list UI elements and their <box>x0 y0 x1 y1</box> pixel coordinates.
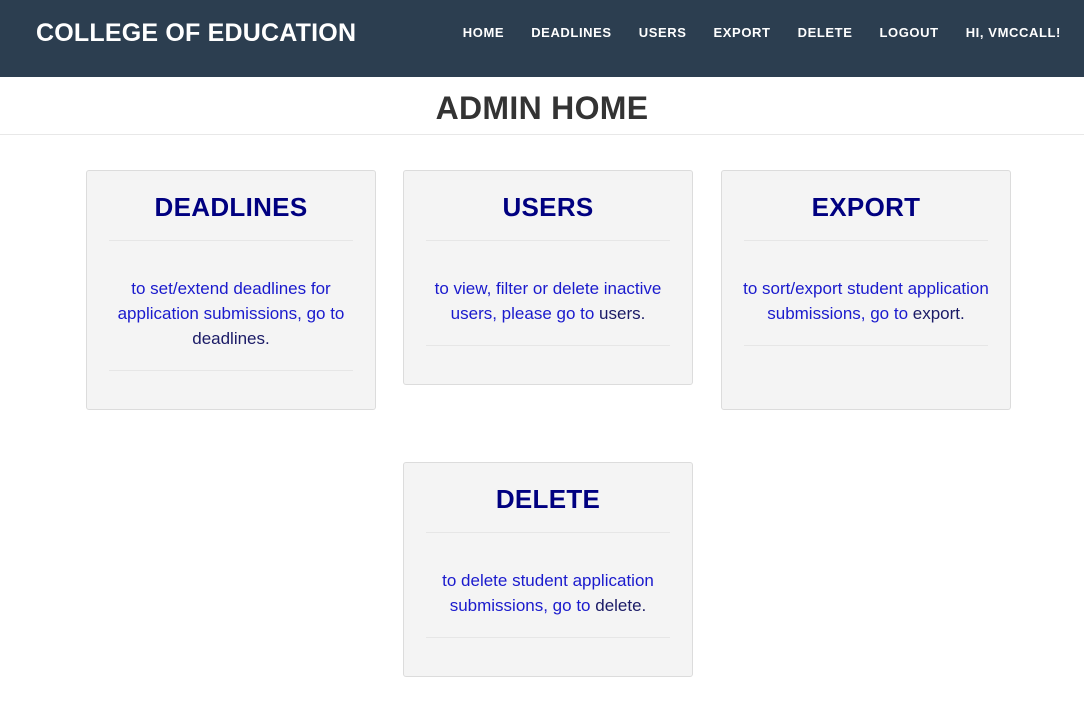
deadlines-card-link[interactable]: deadlines. <box>192 329 270 348</box>
delete-card: DELETE to delete student application sub… <box>403 462 693 677</box>
brand-logo-link[interactable]: COLLEGE OF EDUCATION <box>36 18 356 48</box>
nav-links: HOME DEADLINES USERS EXPORT DELETE LOGOU… <box>436 24 1084 42</box>
users-card-title[interactable]: USERS <box>404 192 692 222</box>
page-title: ADMIN HOME <box>435 90 649 126</box>
delete-card-title[interactable]: DELETE <box>404 484 692 514</box>
top-navbar: COLLEGE OF EDUCATION HOME DEADLINES USER… <box>0 0 1084 77</box>
export-card-description: to sort/export student application submi… <box>722 241 1010 326</box>
deadlines-card-text: to set/extend deadlines for application … <box>117 279 345 323</box>
delete-card-link[interactable]: delete. <box>595 596 646 615</box>
deadlines-card-title[interactable]: DEADLINES <box>87 192 375 222</box>
nav-logout[interactable]: LOGOUT <box>879 24 938 42</box>
card-divider <box>426 345 670 346</box>
export-card: EXPORT to sort/export student applicatio… <box>721 170 1011 410</box>
nav-export[interactable]: EXPORT <box>714 24 771 42</box>
nav-users[interactable]: USERS <box>639 24 687 42</box>
users-card-description: to view, filter or delete inactive users… <box>404 241 692 326</box>
page-header: ADMIN HOME <box>0 77 1084 135</box>
card-divider <box>426 637 670 638</box>
nav-deadlines[interactable]: DEADLINES <box>531 24 612 42</box>
nav-user-greeting[interactable]: HI, VMCCALL! <box>966 24 1061 42</box>
deadlines-card-description: to set/extend deadlines for application … <box>87 241 375 351</box>
card-divider <box>744 345 988 346</box>
export-card-title[interactable]: EXPORT <box>722 192 1010 222</box>
nav-delete[interactable]: DELETE <box>798 24 853 42</box>
export-card-link[interactable]: export. <box>913 304 965 323</box>
nav-home[interactable]: HOME <box>463 24 504 42</box>
users-card-link[interactable]: users. <box>599 304 645 323</box>
card-divider <box>109 370 353 371</box>
deadlines-card: DEADLINES to set/extend deadlines for ap… <box>86 170 376 410</box>
users-card: USERS to view, filter or delete inactive… <box>403 170 693 385</box>
delete-card-description: to delete student application submission… <box>404 533 692 618</box>
